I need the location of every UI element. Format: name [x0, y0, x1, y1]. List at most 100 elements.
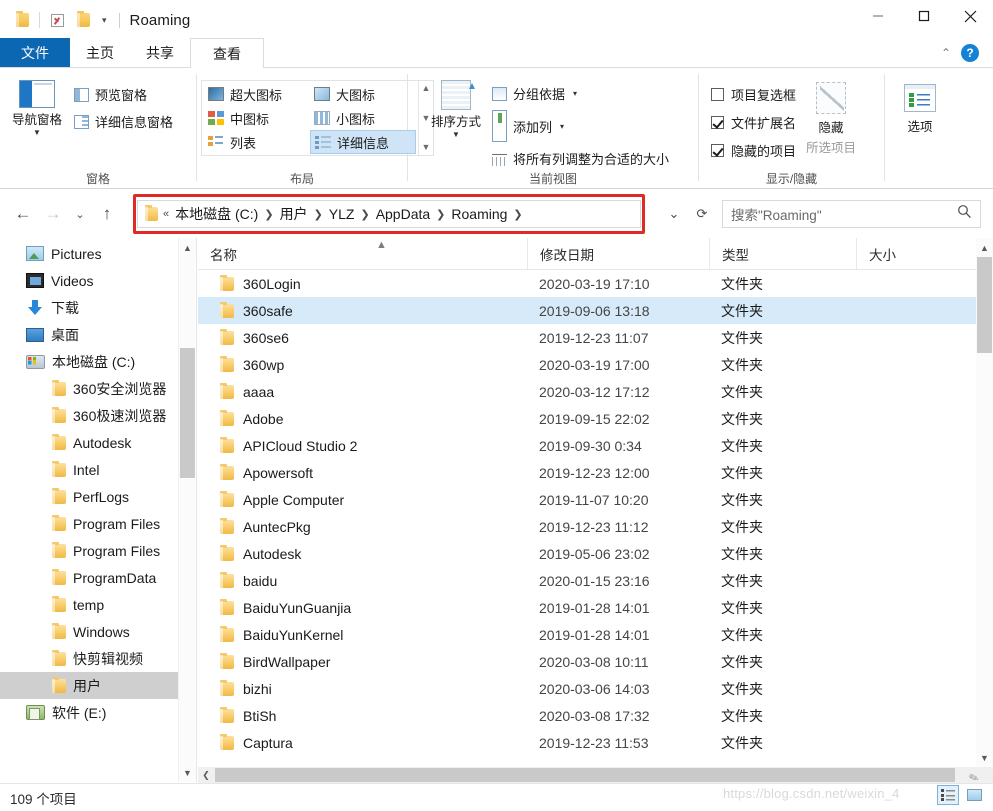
file-extensions-option[interactable]: 文件扩展名: [711, 113, 796, 132]
table-row[interactable]: baidu 2020-01-15 23:16 文件夹: [198, 567, 993, 594]
breadcrumb-item-local-disk[interactable]: 本地磁盘 (C:): [170, 204, 263, 224]
sidebar-item-5[interactable]: 360安全浏览器: [0, 375, 178, 402]
chevron-right-icon[interactable]: ❯: [435, 208, 446, 221]
chevron-right-icon[interactable]: ❯: [512, 208, 523, 221]
sidebar-item-13[interactable]: temp: [0, 591, 178, 618]
sidebar-item-1[interactable]: Videos: [0, 267, 178, 294]
large-icons-view-button[interactable]: [963, 785, 985, 805]
table-row[interactable]: Apple Computer 2019-11-07 10:20 文件夹: [198, 486, 993, 513]
sidebar-item-8[interactable]: Intel: [0, 456, 178, 483]
table-row[interactable]: 360wp 2020-03-19 17:00 文件夹: [198, 351, 993, 378]
forward-arrow-icon[interactable]: →: [38, 200, 68, 228]
tab-share[interactable]: 共享: [130, 38, 190, 68]
table-row[interactable]: BtiSh 2020-03-08 17:32 文件夹: [198, 702, 993, 729]
maximize-icon[interactable]: [901, 0, 947, 32]
table-row[interactable]: Captura 2019-12-23 11:53 文件夹: [198, 729, 993, 756]
sidebar-item-6[interactable]: 360极速浏览器: [0, 402, 178, 429]
view-small-icons[interactable]: 小图标: [310, 106, 416, 130]
checkbox-checked-icon[interactable]: [711, 144, 724, 157]
scrollbar-thumb[interactable]: [977, 257, 992, 353]
pane-splitter[interactable]: [196, 238, 197, 782]
chevron-down-icon[interactable]: ▼: [452, 130, 460, 139]
preview-pane-button[interactable]: 预览窗格: [74, 85, 173, 104]
sidebar-item-7[interactable]: Autodesk: [0, 429, 178, 456]
table-row[interactable]: Autodesk 2019-05-06 23:02 文件夹: [198, 540, 993, 567]
table-row[interactable]: BirdWallpaper 2020-03-08 10:11 文件夹: [198, 648, 993, 675]
add-column-button[interactable]: 添加列 ▾: [492, 110, 669, 142]
up-arrow-icon[interactable]: ↑: [92, 200, 122, 228]
chevron-right-icon[interactable]: ❯: [359, 208, 370, 221]
chevron-down-icon[interactable]: ▼: [33, 128, 41, 137]
sidebar-item-14[interactable]: Windows: [0, 618, 178, 645]
search-input[interactable]: 搜索"Roaming": [731, 204, 822, 224]
details-view-button[interactable]: [937, 785, 959, 805]
breadcrumb-overflow[interactable]: «: [162, 208, 170, 220]
view-details[interactable]: 详细信息: [310, 130, 416, 154]
column-header-type[interactable]: 类型: [709, 237, 856, 270]
sidebar-item-10[interactable]: Program Files: [0, 510, 178, 537]
checkbox-icon[interactable]: [711, 88, 724, 101]
close-icon[interactable]: [947, 0, 993, 32]
history-dropdown-icon[interactable]: ⌄: [660, 200, 688, 228]
sidebar-item-15[interactable]: 快剪辑视频: [0, 645, 178, 672]
search-box[interactable]: 搜索"Roaming": [722, 200, 981, 228]
sidebar-scrollbar[interactable]: ▲ ▼: [178, 238, 196, 782]
horizontal-scrollbar[interactable]: ❮: [198, 767, 993, 783]
properties-checkbox-icon[interactable]: [44, 7, 70, 33]
column-header-size[interactable]: 大小: [856, 237, 976, 270]
column-header-date[interactable]: 修改日期: [527, 237, 709, 270]
sidebar-item-0[interactable]: Pictures: [0, 240, 178, 267]
breadcrumb-item-users[interactable]: 用户: [275, 204, 313, 224]
tab-home[interactable]: 主页: [70, 38, 130, 68]
group-by-button[interactable]: 分组依据 ▾: [492, 84, 669, 103]
scroll-left-icon[interactable]: ❮: [198, 767, 214, 783]
scroll-up-icon[interactable]: ▲: [179, 238, 196, 257]
refresh-icon[interactable]: ⟳: [688, 200, 716, 228]
scrollbar-thumb[interactable]: [180, 348, 195, 478]
table-row[interactable]: bizhi 2020-03-06 14:03 文件夹: [198, 675, 993, 702]
table-row[interactable]: 360Login 2020-03-19 17:10 文件夹: [198, 270, 993, 297]
view-extra-large-icons[interactable]: 超大图标: [204, 82, 310, 106]
collapse-ribbon-icon[interactable]: ⌃: [941, 46, 951, 60]
chevron-right-icon[interactable]: ❯: [263, 208, 274, 221]
navigation-pane-button[interactable]: 导航窗格 ▼: [0, 76, 74, 137]
hidden-items-option[interactable]: 隐藏的项目: [711, 141, 796, 160]
chevron-down-icon[interactable]: ▾: [96, 15, 113, 25]
back-arrow-icon[interactable]: ←: [8, 200, 38, 228]
details-pane-button[interactable]: 详细信息窗格: [74, 112, 173, 131]
fit-columns-button[interactable]: 将所有列调整为合适的大小: [492, 149, 669, 168]
item-checkboxes-option[interactable]: 项目复选框: [711, 85, 796, 104]
help-icon[interactable]: ?: [961, 44, 979, 62]
view-large-icons[interactable]: 大图标: [310, 82, 416, 106]
column-header-name[interactable]: 名称 ▲: [198, 238, 527, 270]
breadcrumb-item-ylz[interactable]: YLZ: [324, 206, 360, 222]
hide-selected-items-button[interactable]: 隐藏 所选项目: [796, 76, 866, 156]
view-medium-icons[interactable]: 中图标: [204, 106, 310, 130]
sidebar-item-16[interactable]: 用户: [0, 672, 178, 699]
search-icon[interactable]: [957, 204, 972, 224]
table-row[interactable]: APICloud Studio 2 2019-09-30 0:34 文件夹: [198, 432, 993, 459]
table-row[interactable]: 360safe 2019-09-06 13:18 文件夹: [198, 297, 993, 324]
file-list-scrollbar[interactable]: ▲ ▼: [976, 238, 993, 767]
table-row[interactable]: Apowersoft 2019-12-23 12:00 文件夹: [198, 459, 993, 486]
table-row[interactable]: aaaa 2020-03-12 17:12 文件夹: [198, 378, 993, 405]
scroll-down-icon[interactable]: ▼: [976, 748, 993, 767]
folder-icon[interactable]: [9, 7, 35, 33]
sort-by-button[interactable]: 排序方式 ▼: [420, 76, 492, 139]
sidebar-item-2[interactable]: 下载: [0, 294, 178, 321]
sidebar-item-12[interactable]: ProgramData: [0, 564, 178, 591]
scroll-down-icon[interactable]: ▼: [179, 763, 196, 782]
tab-file[interactable]: 文件: [0, 38, 70, 68]
sidebar-item-9[interactable]: PerfLogs: [0, 483, 178, 510]
view-list[interactable]: 列表: [204, 130, 310, 154]
new-folder-icon[interactable]: [70, 7, 96, 33]
scrollbar-thumb[interactable]: [215, 768, 955, 782]
table-row[interactable]: BaiduYunKernel 2019-01-28 14:01 文件夹: [198, 621, 993, 648]
tab-view[interactable]: 查看: [190, 38, 264, 68]
sidebar-item-17[interactable]: 软件 (E:): [0, 699, 178, 726]
minimize-icon[interactable]: [855, 0, 901, 32]
address-bar[interactable]: « 本地磁盘 (C:) ❯ 用户 ❯ YLZ ❯ AppData ❯ Roami…: [137, 200, 641, 228]
sidebar-item-11[interactable]: Program Files: [0, 537, 178, 564]
layout-gallery[interactable]: 超大图标 大图标 中图标 小图标 列表 详细信息 ▲ ▼ ▼: [201, 80, 434, 156]
checkbox-checked-icon[interactable]: [711, 116, 724, 129]
